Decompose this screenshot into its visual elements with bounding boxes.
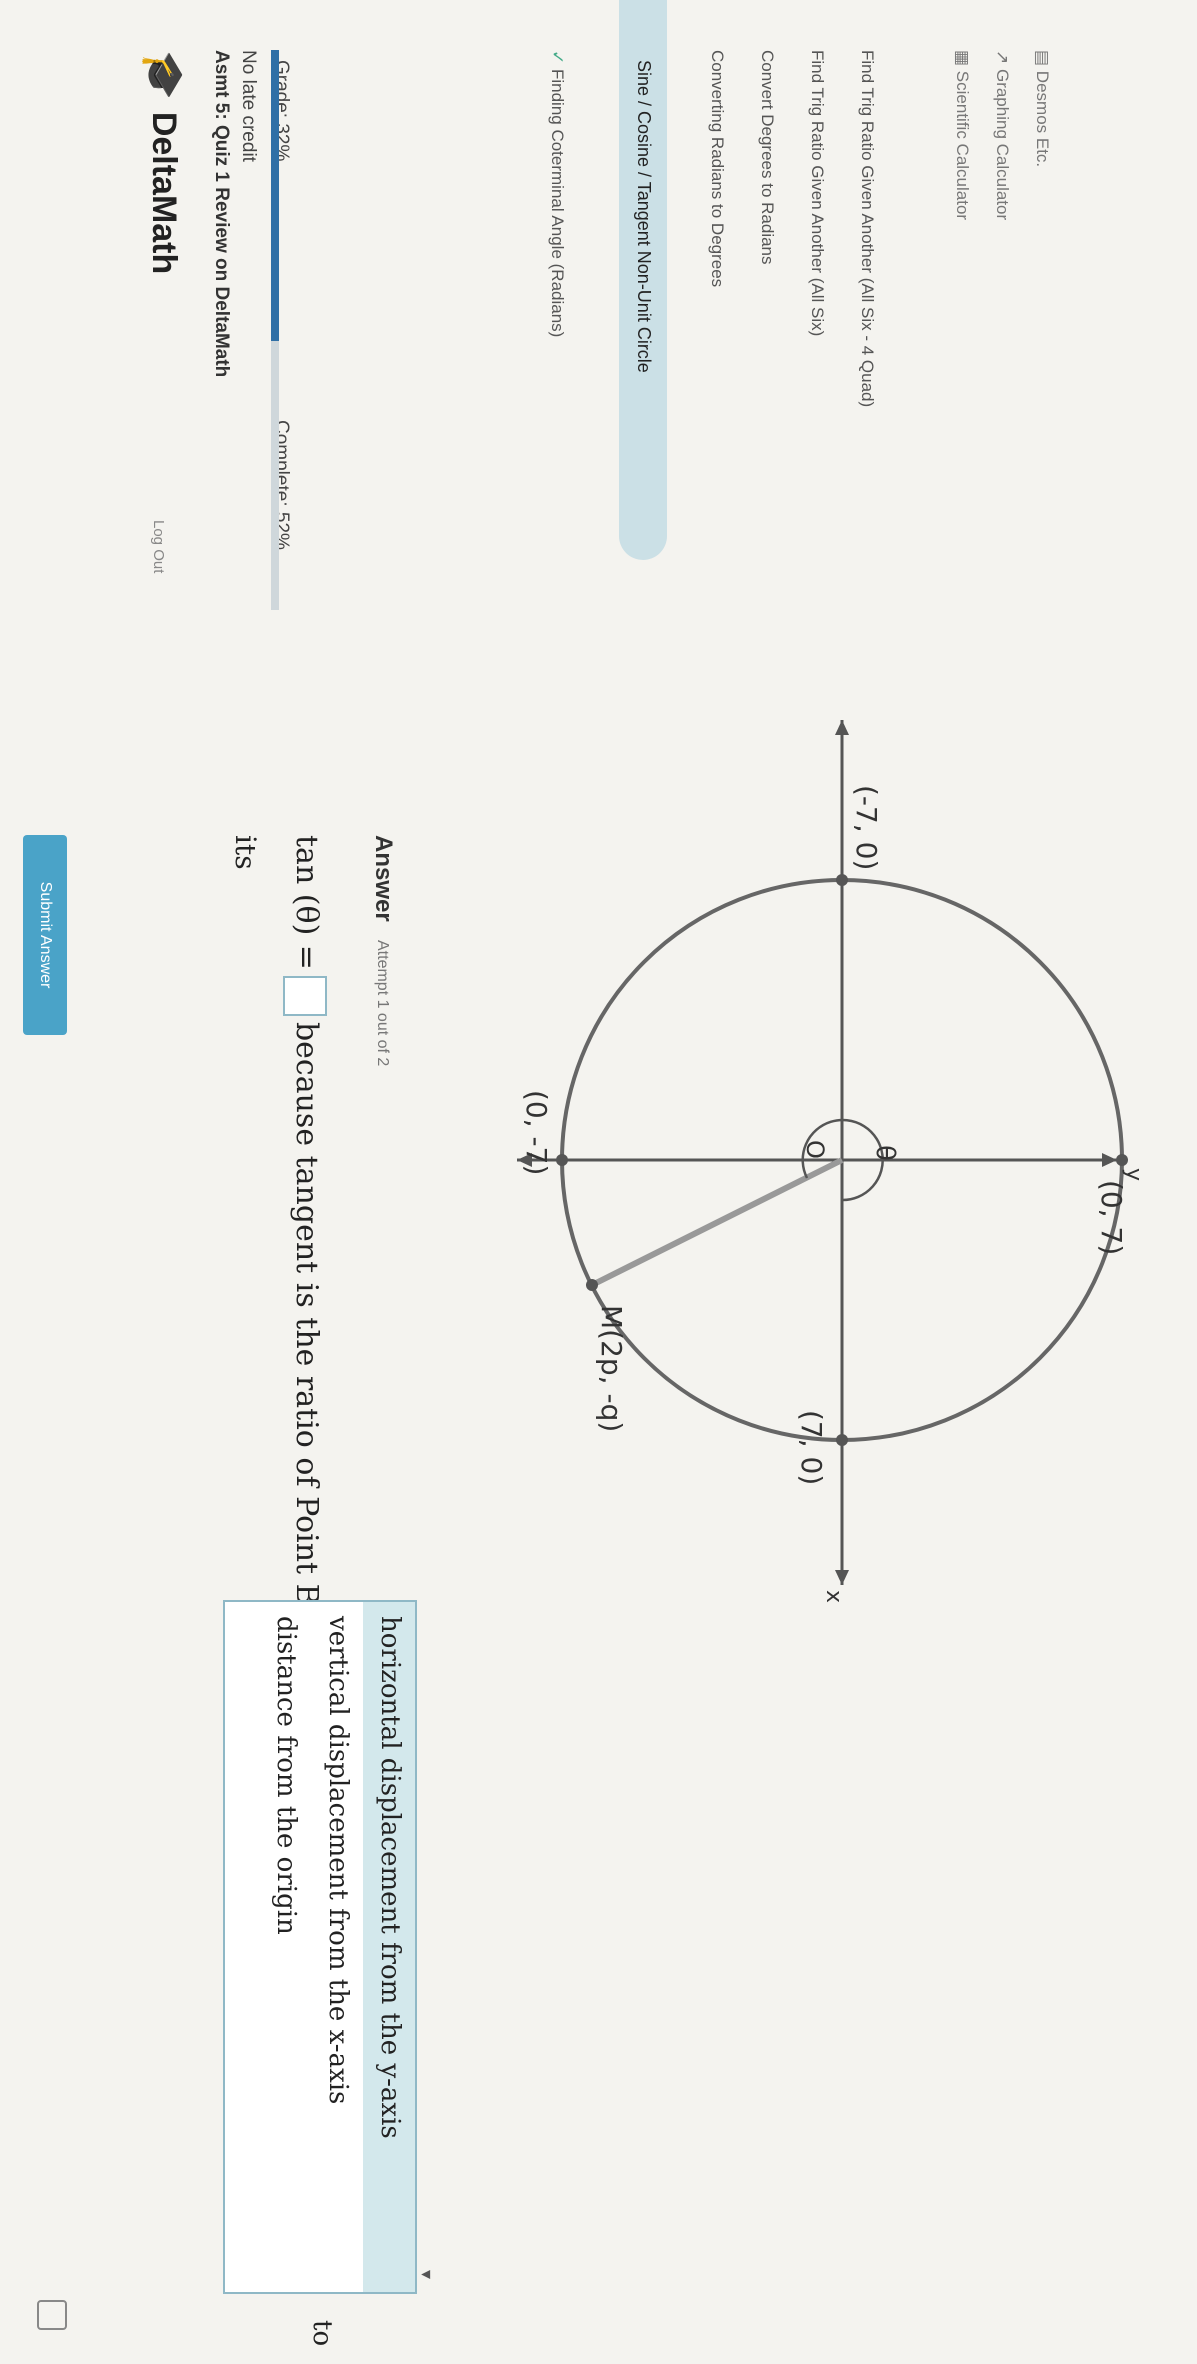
y-axis-arrow-up	[1102, 1153, 1117, 1167]
chevron-down-icon[interactable]: ▾	[416, 2270, 437, 2279]
label-y: y	[1121, 1168, 1146, 1181]
point-bottom	[556, 1154, 568, 1166]
label-top: (0, 7)	[1095, 1180, 1128, 1255]
sidebar: 🎓 DeltaMath Asmt 5: Quiz 1 Review on Del…	[0, 0, 1197, 630]
its-word: its	[229, 835, 262, 870]
skill-label: Find Trig Ratio Given Another (All Six -…	[858, 50, 877, 408]
skill-item-trig-ratio-4quad[interactable]: Find Trig Ratio Given Another (All Six -…	[857, 50, 877, 407]
answer-equation: tan (θ) = because tangent is the ratio of…	[283, 835, 327, 1629]
skill-item-active[interactable]: Sine / Cosine / Tangent Non-Unit Circle	[619, 0, 667, 560]
to-word: to	[307, 2320, 337, 2347]
skill-item-trig-ratio[interactable]: Find Trig Ratio Given Another (All Six)	[807, 50, 827, 336]
x-axis-arrow	[835, 1570, 849, 1585]
eq-suffix: because tangent is the ratio of Point B'…	[289, 1021, 324, 1630]
logo: 🎓 DeltaMath	[140, 50, 187, 274]
assignment-title: Asmt 5: Quiz 1 Review on DeltaMath	[211, 50, 232, 378]
label-theta: θ	[870, 1145, 900, 1161]
label-right: (7, 0)	[795, 1410, 828, 1485]
main-panel: (0, 7) (7, 0) (-7, 0) (0, -7) M(2p, -q) …	[0, 640, 1197, 2364]
tool-label: Desmos Etc.	[1033, 70, 1052, 168]
screen: 🎓 DeltaMath Asmt 5: Quiz 1 Review on Del…	[0, 0, 1197, 2364]
x-axis-arrow-left	[835, 720, 849, 735]
tool-label: Graphing Calculator	[993, 68, 1012, 221]
tool-label: Scientific Calculator	[953, 70, 972, 221]
label-point-m: M(2p, -q)	[595, 1305, 628, 1432]
check-icon: ✓	[548, 50, 567, 69]
skill-item-radians-degrees[interactable]: Converting Radians to Degrees	[707, 50, 727, 287]
scientific-calculator-link[interactable]: ▦ Scientific Calculator	[952, 50, 972, 220]
label-x: x	[821, 1590, 846, 1603]
point-m	[586, 1279, 598, 1291]
label-origin: O	[801, 1140, 829, 1159]
graph-icon: ↗	[993, 50, 1012, 69]
dropdown-option[interactable]: vertical displacement from the x-axis	[311, 1602, 363, 2292]
label-bottom: (0, -7)	[520, 1090, 553, 1175]
skill-item-degrees-radians[interactable]: Convert Degrees to Radians	[757, 50, 777, 265]
desmos-icon: ▤	[1033, 50, 1052, 71]
attempt-label: Attempt 1 out of 2	[374, 940, 391, 1067]
point-right	[836, 1434, 848, 1446]
ratio-dropdown[interactable]: horizontal displacement from the y-axis …	[223, 1600, 417, 2294]
skill-label: Finding Coterminal Angle (Radians)	[548, 68, 567, 338]
radius-to-m	[590, 1157, 844, 1288]
answer-label: Answer	[370, 835, 397, 922]
skill-label: Find Trig Ratio Given Another (All Six)	[808, 50, 827, 337]
log-out-link[interactable]: Log Out	[150, 520, 167, 573]
answer-box[interactable]	[283, 975, 327, 1016]
graphing-calculator-link[interactable]: ↗ Graphing Calculator	[992, 50, 1012, 220]
graduation-cap-icon: 🎓	[141, 50, 185, 100]
skill-label: Sine / Cosine / Tangent Non-Unit Circle	[634, 60, 654, 373]
progress-fill	[271, 50, 279, 342]
skill-item-coterminal[interactable]: ✓ Finding Coterminal Angle (Radians)	[547, 50, 567, 337]
late-credit-note: No late credit	[238, 50, 259, 162]
circle-diagram: (0, 7) (7, 0) (-7, 0) (0, -7) M(2p, -q) …	[517, 720, 1146, 1603]
desmos-link[interactable]: ▤ Desmos Etc.	[1032, 50, 1052, 167]
logo-text: DeltaMath	[145, 111, 183, 275]
skill-label: Convert Degrees to Radians	[758, 50, 777, 265]
dropdown-option[interactable]: distance from the origin	[259, 1602, 311, 2292]
skill-label: Converting Radians to Degrees	[708, 50, 727, 288]
submit-answer-button[interactable]: Submit Answer	[23, 835, 67, 1035]
point-top	[1116, 1154, 1128, 1166]
calculator-icon[interactable]	[37, 2300, 67, 2330]
label-left: (-7, 0)	[850, 785, 883, 870]
calculator-icon: ▦	[953, 50, 972, 71]
dropdown-option[interactable]: horizontal displacement from the y-axis	[363, 1602, 415, 2292]
eq-prefix: tan (θ) =	[289, 835, 324, 970]
point-left	[836, 874, 848, 886]
progress-bar	[271, 50, 279, 610]
